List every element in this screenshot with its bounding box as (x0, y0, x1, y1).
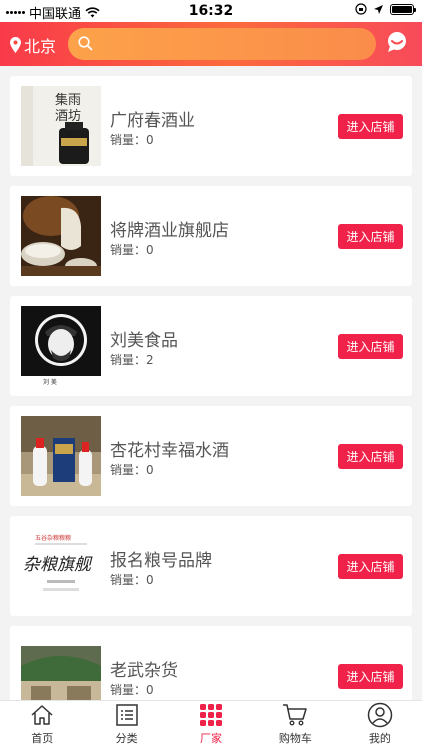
location-label: 北京 (24, 37, 57, 56)
status-bar: 中国联通 16:32 (0, 0, 422, 22)
message-icon[interactable] (386, 31, 408, 53)
tab-mine[interactable]: 我的 (338, 701, 422, 750)
shop-name: 刘美食品 (110, 331, 178, 351)
tab-category[interactable]: 分类 (84, 701, 168, 750)
tab-label: 购物车 (278, 732, 312, 745)
tab-cart[interactable]: 购物车 (253, 701, 337, 750)
cart-icon (283, 704, 308, 726)
shop4-art-text: 杂粮旗舰 (23, 555, 93, 575)
shop-list: 集雨 酒坊 广府春酒业 销量：0 进入店铺 将牌酒业旗舰店 销量：0 进入店铺 … (0, 66, 422, 700)
shop-name: 老武杂货 (110, 661, 178, 681)
shop-thumbnail (21, 196, 101, 276)
tab-label: 首页 (31, 732, 54, 745)
location-arrow-icon (374, 4, 383, 14)
top-header: 北京 (0, 22, 422, 66)
shop-card[interactable]: 五谷杂粮粮粮 杂粮旗舰 报名粮号品牌 销量：0 进入店铺 (10, 516, 412, 616)
enter-shop-button[interactable]: 进入店铺 (338, 664, 403, 689)
shop4-top-text: 五谷杂粮粮粮 (35, 534, 71, 542)
status-right (355, 3, 416, 15)
shop-card[interactable]: 将牌酒业旗舰店 销量：0 进入店铺 (10, 186, 412, 286)
shop-name: 杏花村幸福水酒 (110, 441, 229, 461)
shop-sales: 销量：0 (110, 133, 154, 147)
enter-shop-button[interactable]: 进入店铺 (338, 114, 403, 139)
tab-manufacturer[interactable]: 厂家 (169, 701, 253, 750)
svg-text:酒坊: 酒坊 (55, 109, 81, 124)
list-icon (115, 704, 138, 726)
tab-label: 我的 (368, 732, 391, 745)
shop-sales: 销量：0 (110, 243, 154, 257)
home-icon (31, 705, 53, 725)
battery-icon (390, 3, 416, 15)
shop-sales: 销量：0 (110, 463, 154, 477)
enter-shop-button[interactable]: 进入店铺 (338, 554, 403, 579)
shop-name: 将牌酒业旗舰店 (110, 221, 229, 241)
shop-card[interactable]: 刘 美 刘美食品 销量：2 进入店铺 (10, 296, 412, 396)
bottom-tab-bar: 首页 分类 厂家 购物车 我的 (0, 700, 422, 750)
enter-shop-button[interactable]: 进入店铺 (338, 444, 403, 469)
search-bar[interactable] (68, 28, 376, 60)
shop-thumbnail: 五谷杂粮粮粮 杂粮旗舰 (21, 526, 101, 606)
shop-card[interactable]: 杏花村幸福水酒 销量：0 进入店铺 (10, 406, 412, 506)
shop-card[interactable]: 老武杂货 销量：0 进入店铺 (10, 626, 412, 700)
lock-rotation-icon (355, 3, 367, 15)
shop0-art-text: 集雨 (55, 92, 81, 108)
location-pin-icon (10, 37, 21, 53)
search-icon (78, 36, 93, 51)
shop-sales: 销量：2 (110, 353, 154, 367)
location-selector[interactable]: 北京 (10, 33, 56, 57)
shop-card[interactable]: 集雨 酒坊 广府春酒业 销量：0 进入店铺 (10, 76, 412, 176)
shop-thumbnail: 集雨 酒坊 (21, 86, 101, 166)
tab-home[interactable]: 首页 (0, 701, 84, 750)
enter-shop-button[interactable]: 进入店铺 (338, 224, 403, 249)
enter-shop-button[interactable]: 进入店铺 (338, 334, 403, 359)
grid-icon (200, 704, 223, 726)
shop-sales: 销量：0 (110, 573, 154, 587)
tab-label: 分类 (115, 732, 138, 745)
shop-thumbnail (21, 636, 101, 700)
shop-thumbnail (21, 416, 101, 496)
svg-text:刘 美: 刘 美 (43, 378, 57, 386)
shop-thumbnail: 刘 美 (21, 306, 101, 386)
tab-label: 厂家 (200, 732, 223, 745)
shop-sales: 销量：0 (110, 683, 154, 697)
shop-name: 广府春酒业 (110, 111, 195, 131)
user-icon (367, 702, 393, 728)
shop-name: 报名粮号品牌 (110, 551, 212, 571)
